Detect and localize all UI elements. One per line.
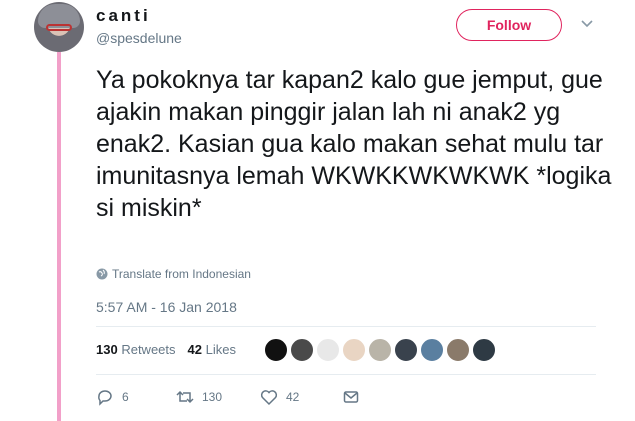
- heart-icon: [260, 390, 278, 406]
- retweets-stat[interactable]: 130 Retweets: [96, 342, 176, 357]
- liker-avatar[interactable]: [290, 338, 314, 362]
- liker-avatar[interactable]: [264, 338, 288, 362]
- tweet-actions: 6 130 42: [96, 388, 360, 406]
- retweets-label: Retweets: [121, 342, 176, 357]
- likes-count: 42: [187, 342, 202, 357]
- globe-icon: [96, 268, 108, 280]
- envelope-icon: [343, 391, 359, 403]
- direct-message-button[interactable]: [342, 388, 360, 406]
- liker-avatar[interactable]: [420, 338, 444, 362]
- like-count: 42: [286, 390, 300, 404]
- follow-button[interactable]: Follow: [456, 9, 562, 41]
- chevron-down-icon[interactable]: [580, 16, 594, 30]
- likes-stat[interactable]: 42 Likes: [188, 342, 236, 357]
- liker-avatar[interactable]: [472, 338, 496, 362]
- liker-avatar[interactable]: [368, 338, 392, 362]
- avatar[interactable]: [34, 2, 84, 52]
- liker-avatar[interactable]: [394, 338, 418, 362]
- timestamp[interactable]: 5:57 AM - 16 Jan 2018: [96, 299, 237, 315]
- liker-avatar[interactable]: [446, 338, 470, 362]
- retweet-button[interactable]: 130: [176, 388, 260, 406]
- user-name[interactable]: canti: [96, 6, 151, 26]
- reply-icon: [98, 390, 112, 406]
- liker-avatar[interactable]: [342, 338, 366, 362]
- liker-avatars: [264, 338, 496, 362]
- thread-line: [57, 52, 61, 421]
- translate-label: Translate from Indonesian: [112, 267, 251, 281]
- tweet-text: Ya pokoknya tar kapan2 kalo gue jemput, …: [96, 66, 612, 222]
- reply-count: 6: [122, 390, 129, 404]
- avatar-glasses: [46, 24, 72, 31]
- translate-link[interactable]: Translate from Indonesian: [96, 267, 251, 281]
- retweet-icon: [176, 390, 194, 404]
- likes-label: Likes: [205, 342, 236, 357]
- retweet-count: 130: [202, 390, 223, 404]
- like-button[interactable]: 42: [260, 388, 342, 406]
- liker-avatar[interactable]: [316, 338, 340, 362]
- divider: [96, 374, 596, 375]
- divider: [96, 326, 596, 327]
- retweets-count: 130: [96, 342, 118, 357]
- user-handle[interactable]: @spesdelune: [96, 30, 182, 46]
- engagement-stats: 130 Retweets 42 Likes: [96, 342, 236, 357]
- reply-button[interactable]: 6: [96, 388, 176, 406]
